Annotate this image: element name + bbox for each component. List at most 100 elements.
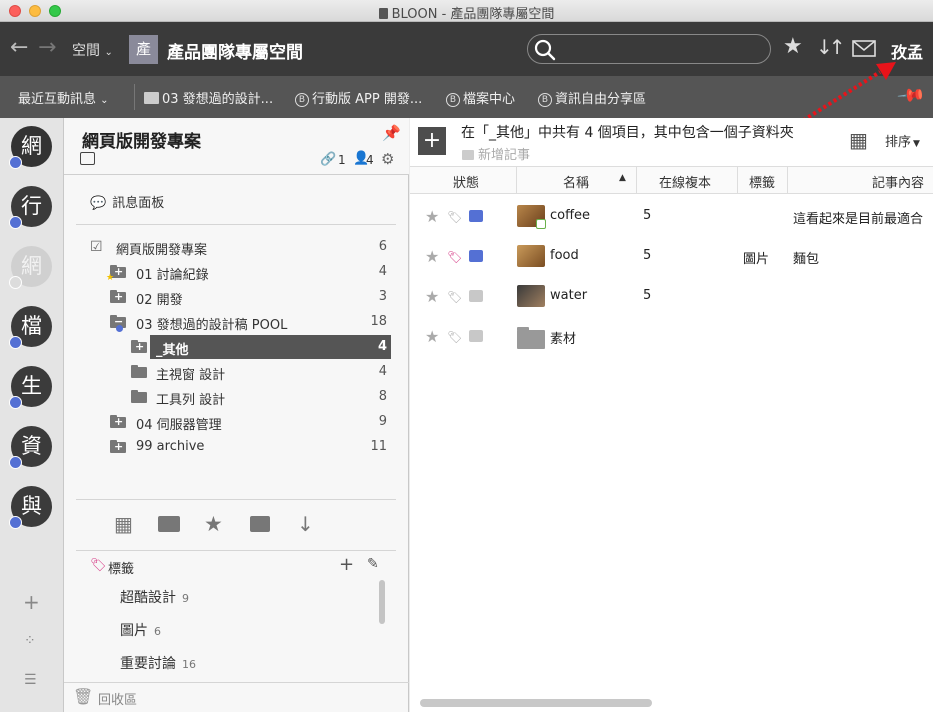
tag-label: 超酷設計: [120, 590, 176, 606]
table-row[interactable]: ★ 🏷 coffee 5 這看起來是目前最適合: [410, 197, 933, 237]
avatar-letter: 網: [21, 254, 42, 278]
tag-icon[interactable]: 🏷: [447, 250, 462, 264]
star-icon[interactable]: ★: [425, 247, 439, 266]
tag-item[interactable]: 超酷設計 9: [120, 587, 189, 607]
download-arrow-icon[interactable]: ↓: [297, 512, 314, 536]
new-star-icon: ★: [106, 273, 115, 283]
table-row[interactable]: ★ 🏷 素材: [410, 317, 933, 357]
space-avatar-with[interactable]: 與: [9, 486, 52, 529]
recent-messages-label: 最近互動訊息: [18, 92, 97, 107]
divider: [76, 550, 396, 551]
tree-count: 9: [378, 414, 387, 429]
project-panel: 網頁版開發專案 📌 🔗 1 👤 4 ⚙ 💬 訊息面板 ☑ 網頁版開發專案 6 + …: [64, 118, 409, 712]
column-online-copies[interactable]: 在線複本: [659, 172, 711, 191]
bookmark-item-design-folder[interactable]: 03 發想過的設計...: [144, 88, 273, 107]
tree-folder-toolbar[interactable]: 工具列 設計 8: [64, 385, 409, 409]
avatar-letter: 檔: [21, 314, 42, 338]
tree-count: 4: [378, 364, 387, 379]
tree-label: 工具列 設計: [156, 393, 226, 408]
tag-item[interactable]: 重要討論 16: [120, 653, 196, 673]
settings-gear-icon[interactable]: ⚙: [381, 150, 394, 168]
tree-folder-archive[interactable]: + 99 archive 11: [64, 435, 409, 459]
tag-icon[interactable]: 🏷: [447, 210, 462, 224]
folder-icon: [517, 327, 545, 349]
space-avatar-info[interactable]: 資: [9, 426, 52, 469]
sort-menu[interactable]: 排序 ▼: [885, 131, 920, 150]
folder-view-icon[interactable]: [158, 516, 180, 532]
folder-plus-icon: +: [110, 440, 126, 453]
space-badge: 產: [129, 35, 158, 64]
space-avatar-life[interactable]: 生: [9, 366, 52, 409]
trash-link[interactable]: 回收區: [98, 689, 137, 708]
search-input[interactable]: [527, 34, 771, 64]
edit-pencil-icon[interactable]: ✎: [367, 556, 379, 572]
note-bubble-icon[interactable]: [469, 210, 483, 222]
grid-view-toggle-icon[interactable]: ▦: [849, 128, 868, 152]
new-note-link[interactable]: 新增記事: [462, 144, 530, 163]
tree-root[interactable]: ☑ 網頁版開發專案 6: [64, 235, 409, 259]
tree-label: 網頁版開發專案: [116, 243, 208, 258]
horizontal-scrollbar[interactable]: [420, 699, 652, 707]
column-divider: [737, 166, 738, 194]
folder-icon: [144, 92, 159, 104]
table-row[interactable]: ★ 🏷 food 5 圖片 麵包: [410, 237, 933, 277]
starred-view-icon[interactable]: ★: [204, 512, 223, 536]
tags-scrollbar[interactable]: [379, 580, 385, 624]
note-bubble-icon[interactable]: [469, 330, 483, 342]
tag-icon[interactable]: 🏷: [447, 290, 462, 304]
space-avatar-web-2[interactable]: 網: [9, 246, 52, 289]
grid-view-icon[interactable]: ⁘: [24, 633, 36, 649]
space-avatar-web[interactable]: 網: [9, 126, 52, 169]
check-badge-icon: [9, 396, 22, 409]
star-icon[interactable]: ★: [425, 327, 439, 346]
checked-folder-icon: ☑: [90, 239, 103, 255]
link-icon[interactable]: 🔗: [320, 152, 336, 167]
recent-messages-menu[interactable]: 最近互動訊息 ⌄: [18, 88, 109, 107]
star-icon[interactable]: ★: [425, 207, 439, 226]
tree-count: 3: [378, 289, 387, 304]
bookmark-label: 行動版 APP 開發...: [312, 92, 423, 107]
tag-icon[interactable]: 🏷: [447, 330, 462, 344]
notes-view-icon[interactable]: [250, 516, 270, 532]
pin-icon[interactable]: 📌: [382, 124, 401, 142]
tree-folder-main-window[interactable]: 主視窗 設計 4: [64, 360, 409, 384]
table-row[interactable]: ★ 🏷 water 5: [410, 277, 933, 317]
tree-label: 02 開發: [136, 293, 183, 308]
bookmark-item-mobile-app[interactable]: B 行動版 APP 開發...: [295, 88, 422, 107]
tree-count: 11: [370, 439, 387, 454]
tree-folder-server[interactable]: + 04 伺服器管理 9: [64, 410, 409, 434]
tag-item[interactable]: 圖片 6: [120, 620, 161, 640]
tree-folder-other[interactable]: + _其他 4: [64, 335, 409, 359]
message-board-link[interactable]: 💬 訊息面板: [90, 192, 164, 211]
column-name[interactable]: 名稱: [563, 172, 589, 191]
divider: [76, 224, 396, 225]
add-tag-icon[interactable]: +: [339, 554, 354, 575]
column-status[interactable]: 狀態: [453, 172, 479, 191]
note-bubble-icon[interactable]: [469, 290, 483, 302]
tree-count: 18: [370, 314, 387, 329]
tree-folder-dev[interactable]: + 02 開發 3: [64, 285, 409, 309]
back-arrow-icon[interactable]: ←: [10, 35, 28, 60]
tree-folder-design-pool[interactable]: − 03 發想過的設計稿 POOL 18: [64, 310, 409, 334]
space-avatar-files[interactable]: 檔: [9, 306, 52, 349]
column-notes[interactable]: 記事內容: [872, 172, 924, 191]
bookmark-item-file-center[interactable]: B 檔案中心: [446, 88, 515, 107]
star-icon[interactable]: ★: [425, 287, 439, 306]
space-avatar-mobile[interactable]: 行: [9, 186, 52, 229]
tree-label: _其他: [156, 343, 189, 358]
list-view-icon[interactable]: ☰: [24, 672, 37, 688]
divider: [134, 84, 135, 110]
column-tags[interactable]: 標籤: [749, 172, 775, 191]
tile-view-icon[interactable]: ▦: [114, 512, 133, 536]
avatar-letter: 行: [21, 194, 42, 218]
window-titlebar: BLOON - 產品團隊專屬空間: [0, 0, 933, 22]
note-bubble-icon[interactable]: [469, 250, 483, 262]
space-menu[interactable]: 空間 ⌄: [72, 40, 113, 60]
tree-folder-discussion[interactable]: + ★ 01 討論紀錄 4: [64, 260, 409, 284]
note-icon: [462, 150, 474, 160]
bookmark-item-free-share[interactable]: B 資訊自由分享區: [538, 88, 646, 107]
add-space-icon[interactable]: +: [23, 590, 40, 614]
add-item-button[interactable]: +: [418, 127, 446, 155]
forward-arrow-icon[interactable]: →: [38, 35, 56, 60]
project-title: 網頁版開發專案: [82, 132, 201, 152]
